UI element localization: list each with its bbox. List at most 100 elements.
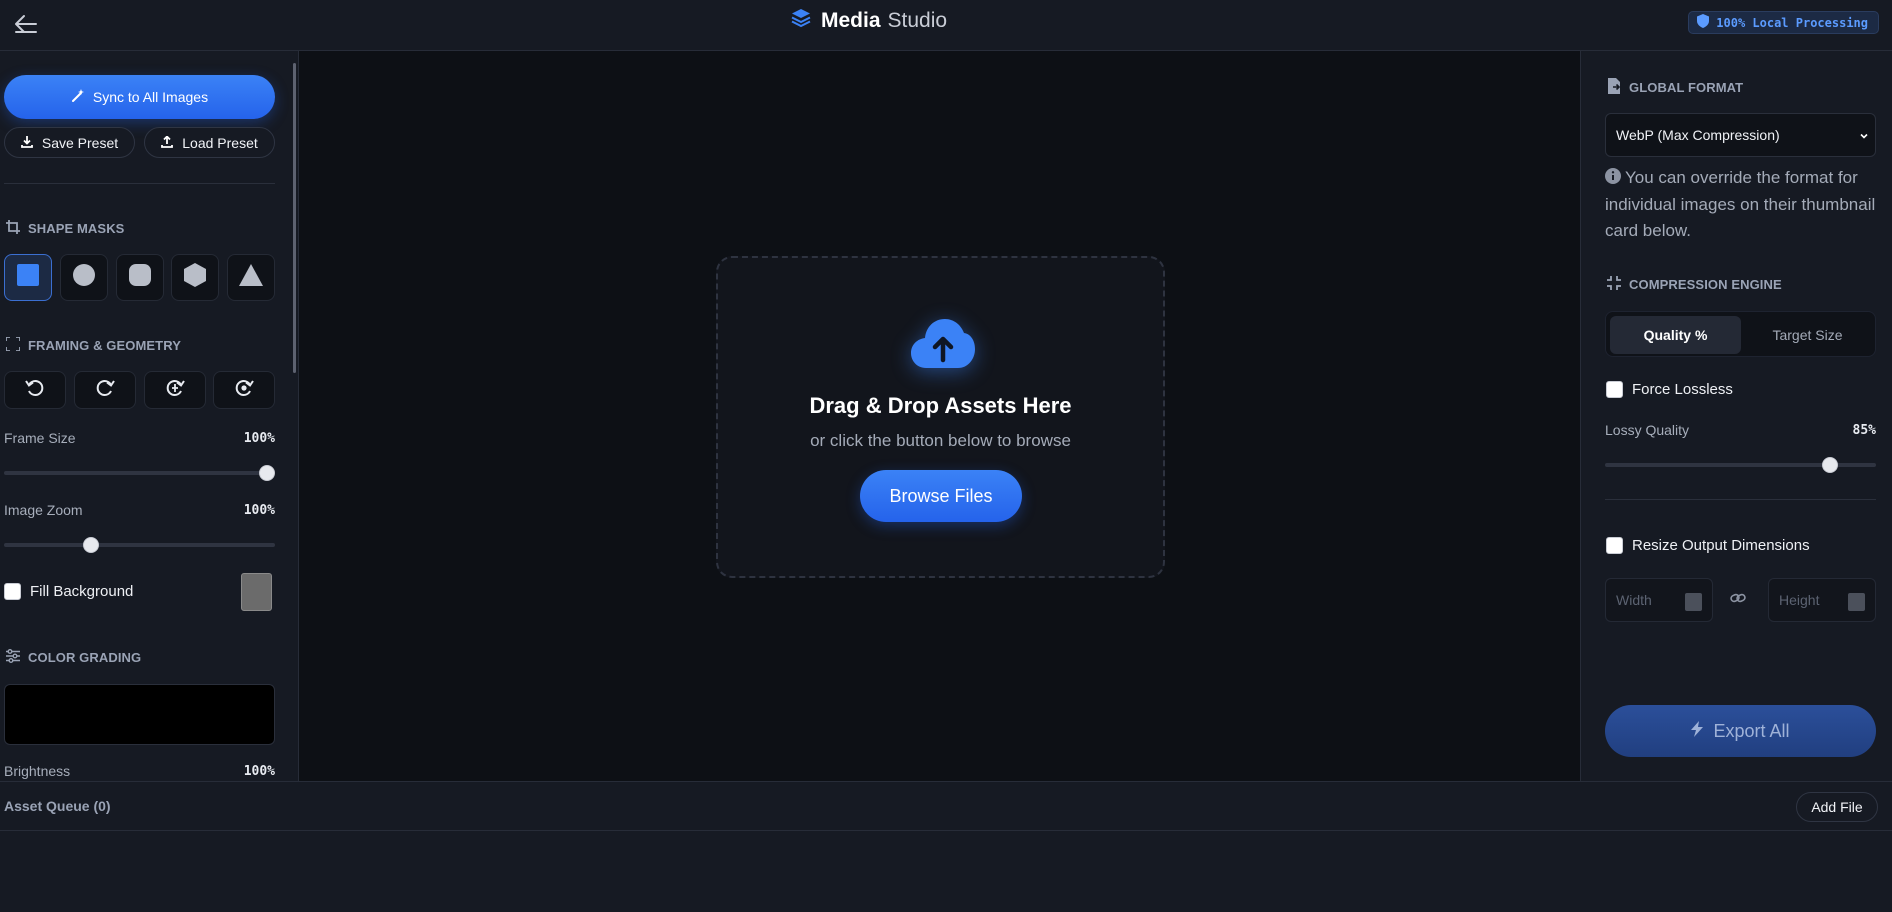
circle-icon xyxy=(73,264,95,291)
frame-size-slider-thumb[interactable] xyxy=(259,465,275,481)
framing-label: FRAMING & GEOMETRY xyxy=(28,338,181,353)
height-placeholder: Height xyxy=(1779,592,1820,608)
shape-masks-label: SHAPE MASKS xyxy=(28,221,125,236)
compress-icon xyxy=(1607,276,1621,293)
browse-files-label: Browse Files xyxy=(889,485,993,506)
resize-output-checkbox[interactable] xyxy=(1606,537,1623,554)
format-select-value: WebP (Max Compression) xyxy=(1616,127,1780,143)
rotate-cw-icon xyxy=(95,378,115,403)
image-zoom-value: 100% xyxy=(243,503,275,518)
shape-triangle-button[interactable] xyxy=(227,254,275,301)
format-info: You can override the format for individu… xyxy=(1605,165,1885,244)
shape-hexagon-button[interactable] xyxy=(171,254,219,301)
add-file-button[interactable]: Add File xyxy=(1796,792,1878,822)
crop-icon xyxy=(6,220,20,237)
rotate-right-button[interactable] xyxy=(74,371,136,409)
fill-background-label: Fill Background xyxy=(30,583,134,600)
expand-icon xyxy=(5,336,21,354)
browse-files-button[interactable]: Browse Files xyxy=(860,470,1022,522)
upload-icon xyxy=(161,134,174,151)
lightning-icon xyxy=(1691,720,1704,742)
compression-mode-toggle: Quality % Target Size xyxy=(1605,311,1876,357)
height-stepper[interactable] xyxy=(1848,593,1865,611)
chevron-down-icon xyxy=(1859,128,1869,144)
frame-size-value: 100% xyxy=(243,431,275,446)
right-sidebar: GLOBAL FORMAT WebP (Max Compression) You… xyxy=(1580,51,1892,781)
divider xyxy=(1605,499,1876,500)
image-zoom-slider-track[interactable] xyxy=(4,543,275,547)
tab-quality[interactable]: Quality % xyxy=(1610,316,1741,354)
global-format-title: GLOBAL FORMAT xyxy=(1607,78,1743,97)
divider xyxy=(4,183,275,184)
shape-square-button[interactable] xyxy=(4,254,52,301)
rotate-left-button[interactable] xyxy=(4,371,66,409)
lossy-quality-value: 85% xyxy=(1852,423,1876,438)
width-placeholder: Width xyxy=(1616,592,1652,608)
file-format-icon xyxy=(1607,78,1621,97)
shield-icon xyxy=(1697,14,1710,31)
tab-target-size[interactable]: Target Size xyxy=(1742,316,1873,354)
export-all-label: Export All xyxy=(1713,720,1790,741)
sliders-icon xyxy=(6,649,20,666)
asset-queue-bar: Asset Queue (0) Add File xyxy=(0,781,1892,831)
magic-wand-icon xyxy=(71,88,85,106)
sync-to-all-button[interactable]: Sync to All Images xyxy=(4,75,275,119)
back-arrow-icon[interactable] xyxy=(12,10,40,38)
reset-geometry-button[interactable] xyxy=(213,371,275,409)
asset-tray xyxy=(0,831,1892,912)
local-processing-badge: 100% Local Processing xyxy=(1688,11,1879,34)
save-preset-button[interactable]: Save Preset xyxy=(4,127,135,158)
layers-icon xyxy=(790,7,812,35)
triangle-icon xyxy=(239,264,263,291)
link-aspect-button[interactable] xyxy=(1722,585,1754,615)
shape-masks-title: SHAPE MASKS xyxy=(6,220,124,237)
format-select[interactable]: WebP (Max Compression) xyxy=(1605,113,1876,157)
reset-icon xyxy=(234,378,254,403)
hexagon-icon xyxy=(184,263,206,292)
color-grading-label: COLOR GRADING xyxy=(28,650,142,665)
image-zoom-slider-thumb[interactable] xyxy=(83,537,100,553)
frame-size-slider-track[interactable] xyxy=(4,471,275,475)
color-grading-title: COLOR GRADING xyxy=(6,649,141,666)
rotate-ccw-icon xyxy=(25,378,45,403)
fill-background-checkbox[interactable] xyxy=(4,583,21,600)
sidebar-scrollbar[interactable] xyxy=(293,63,296,373)
lossy-quality-slider-thumb[interactable] xyxy=(1821,457,1838,473)
brand-logo: Media Studio xyxy=(790,8,947,34)
export-all-button[interactable]: Export All xyxy=(1605,705,1876,757)
framing-geometry-title: FRAMING & GEOMETRY xyxy=(5,336,181,354)
force-lossless-checkbox[interactable] xyxy=(1606,381,1623,398)
link-icon xyxy=(1730,591,1746,609)
color-grading-preview xyxy=(4,684,275,745)
shape-rounded-square-button[interactable] xyxy=(116,254,164,301)
drop-subtitle: or click the button below to browse xyxy=(810,431,1071,450)
width-stepper[interactable] xyxy=(1685,593,1702,611)
frame-size-label: Frame Size xyxy=(4,430,76,446)
brightness-value: 100% xyxy=(243,764,275,779)
compression-engine-label: COMPRESSION ENGINE xyxy=(1629,277,1782,292)
save-preset-label: Save Preset xyxy=(41,134,119,151)
badge-label: 100% Local Processing xyxy=(1716,15,1868,30)
load-preset-label: Load Preset xyxy=(182,134,258,151)
shape-circle-button[interactable] xyxy=(60,254,108,301)
drop-zone[interactable]: Drag & Drop Assets Here or click the but… xyxy=(716,256,1165,578)
app-header: Media Studio 100% Local Processing xyxy=(0,0,1892,51)
flip-horizontal-button[interactable] xyxy=(144,371,206,409)
brand-name-light: Studio xyxy=(887,9,948,32)
width-input[interactable]: Width xyxy=(1605,578,1713,622)
image-zoom-label: Image Zoom xyxy=(4,502,83,518)
canvas-area: Drag & Drop Assets Here or click the but… xyxy=(299,51,1580,781)
cloud-upload-icon xyxy=(910,316,976,375)
load-preset-button[interactable]: Load Preset xyxy=(144,127,275,158)
square-icon xyxy=(17,264,39,291)
resize-output-label: Resize Output Dimensions xyxy=(1632,537,1810,554)
format-info-text: You can override the format for individu… xyxy=(1605,168,1876,240)
height-input[interactable]: Height xyxy=(1768,578,1876,622)
compression-engine-title: COMPRESSION ENGINE xyxy=(1607,276,1782,293)
download-icon xyxy=(20,135,33,151)
fill-color-swatch[interactable] xyxy=(241,573,272,611)
brand-name-bold: Media xyxy=(821,9,881,32)
rounded-square-icon xyxy=(129,264,151,291)
brightness-label: Brightness xyxy=(4,763,71,779)
drop-title: Drag & Drop Assets Here xyxy=(809,393,1072,418)
